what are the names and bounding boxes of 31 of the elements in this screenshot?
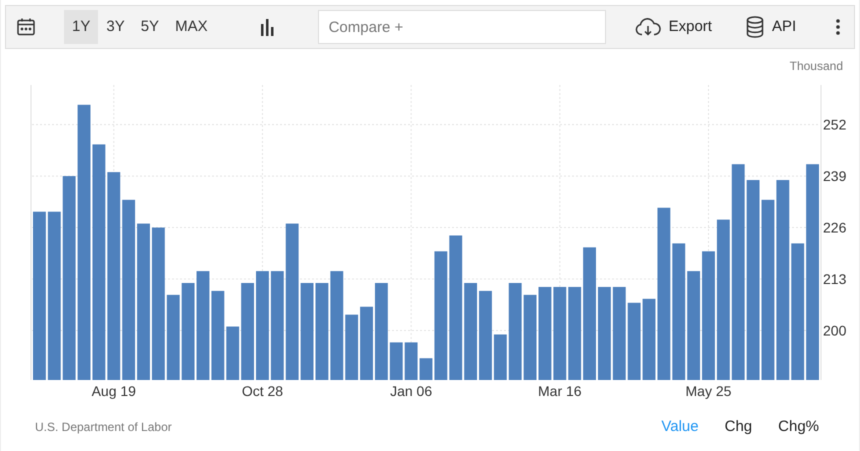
range-tab[interactable]: 1Y [64,10,98,44]
view-tab[interactable]: Chg% [778,416,819,438]
x-axis-label: Mar 16 [538,383,582,399]
more-icon[interactable] [836,19,840,35]
bar [494,334,507,380]
x-axis-label: Jan 06 [390,383,432,399]
y-axis-label: 226 [823,220,846,236]
x-axis-label: Oct 28 [242,383,284,399]
calendar-icon[interactable] [16,17,36,37]
api-button[interactable]: API [746,16,796,38]
compare-field[interactable]: Compare + [318,10,606,44]
bar [226,326,240,380]
export-button[interactable]: Export [634,16,712,38]
y-axis-label: 252 [823,116,846,133]
x-axis-label: Aug 19 [92,383,136,399]
database-icon [746,16,764,38]
range-tab[interactable]: 3Y [98,10,133,44]
view-tab[interactable]: Chg [724,416,752,438]
bar [404,342,418,380]
bar [345,314,358,380]
source-label: U.S. Department of Labor [35,419,172,436]
y-axis-label: 239 [823,168,846,184]
bar [390,342,403,380]
y-axis-label: 213 [823,271,846,288]
bar [420,358,432,380]
range-tab[interactable]: MAX [167,10,216,44]
unit-label: Thousand [790,58,843,75]
y-axis-label: 200 [823,322,846,338]
cloud-download-icon [634,18,661,36]
x-axis-label: May 25 [686,383,732,399]
range-tab[interactable]: 5Y [132,10,168,44]
